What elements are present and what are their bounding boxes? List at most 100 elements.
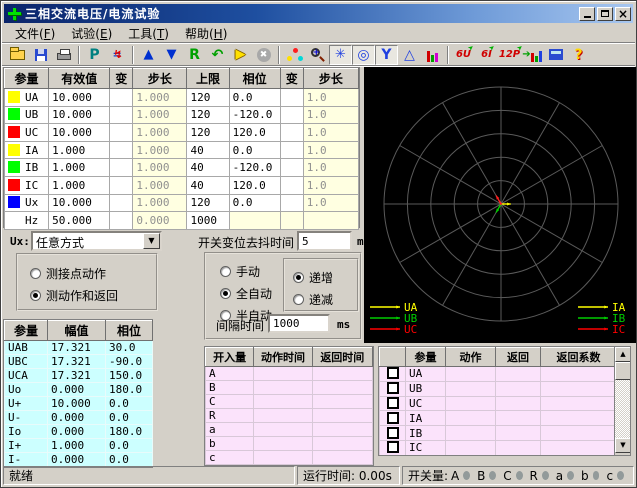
start-button[interactable]: ▶ (229, 45, 252, 65)
param-var1-cell[interactable] (110, 194, 133, 212)
param-step1-cell[interactable]: 1.000 (133, 194, 187, 212)
param-phase-cell[interactable]: -120.0 (229, 159, 280, 177)
param-step2-cell[interactable]: 1.0 (303, 106, 358, 124)
param-step2-cell[interactable]: 1.0 (303, 176, 358, 194)
param-step2-cell[interactable]: 1.0 (303, 141, 358, 159)
param-phase-cell[interactable]: 120.0 (229, 176, 280, 194)
param-rms-cell[interactable]: 10.000 (49, 106, 110, 124)
harmonic-bars-button[interactable] (421, 45, 444, 65)
test-mode-option[interactable]: 测接点动作 (30, 265, 156, 282)
auto-mode-option[interactable]: 全自动 (220, 285, 272, 302)
checkbox[interactable] (387, 367, 399, 379)
param-step2-cell[interactable]: 1.0 (303, 124, 358, 142)
direction-radio[interactable] (293, 272, 304, 283)
scroll-thumb[interactable] (615, 362, 631, 380)
param-var2-cell[interactable] (280, 124, 303, 142)
param-phase-cell[interactable]: 120.0 (229, 124, 280, 142)
param-step2-cell[interactable]: 1.0 (303, 159, 358, 177)
impedance-circles-button[interactable]: ◎ (352, 45, 375, 65)
param-limit-cell[interactable]: 120 (187, 89, 229, 107)
param-var2-cell[interactable] (280, 212, 303, 230)
checkbox[interactable] (387, 397, 399, 409)
fault-sim-button[interactable] (106, 45, 129, 65)
param-phase-cell[interactable] (229, 212, 280, 230)
checkbox[interactable] (387, 427, 399, 439)
param-step1-cell[interactable]: 1.000 (133, 176, 187, 194)
direction-option[interactable]: 递减 (293, 291, 357, 308)
param-rms-cell[interactable]: 10.000 (49, 194, 110, 212)
param-limit-cell[interactable]: 120 (187, 124, 229, 142)
vector-nodes-button[interactable] (283, 45, 306, 65)
zoom-in-button[interactable]: + (306, 45, 329, 65)
param-rms-cell[interactable]: 1.000 (49, 176, 110, 194)
param-rms-cell[interactable]: 1.000 (49, 141, 110, 159)
checkbox[interactable] (387, 382, 399, 394)
param-var1-cell[interactable] (110, 159, 133, 177)
step-down-button[interactable]: ▼ (160, 45, 183, 65)
param-var1-cell[interactable] (110, 141, 133, 159)
param-step1-cell[interactable]: 1.000 (133, 124, 187, 142)
param-step2-cell[interactable] (303, 212, 358, 230)
direction-radio[interactable] (293, 294, 304, 305)
minimize-button[interactable] (579, 7, 595, 21)
open-file-button[interactable] (6, 45, 29, 65)
menu-item-T[interactable]: 工具(T) (121, 23, 176, 44)
param-limit-cell[interactable]: 40 (187, 141, 229, 159)
chevron-down-icon[interactable]: ▼ (143, 233, 160, 249)
close-button[interactable]: × (615, 7, 631, 21)
undo-button[interactable]: ↶ (206, 45, 229, 65)
param-limit-cell[interactable]: 40 (187, 159, 229, 177)
param-var2-cell[interactable] (280, 141, 303, 159)
param-var2-cell[interactable] (280, 194, 303, 212)
six-u-button[interactable]: 6U (452, 45, 475, 65)
ux-mode-select[interactable]: 任意方式 ▼ (31, 231, 162, 251)
six-i-button[interactable]: 6I (475, 45, 498, 65)
param-limit-cell[interactable]: 120 (187, 194, 229, 212)
param-var2-cell[interactable] (280, 176, 303, 194)
menu-item-F[interactable]: 文件(F) (8, 23, 62, 44)
param-step2-cell[interactable]: 1.0 (303, 194, 358, 212)
checkbox[interactable] (387, 441, 399, 453)
p-settings-button[interactable]: P (83, 45, 106, 65)
param-rms-cell[interactable]: 50.000 (49, 212, 110, 230)
harmonic-star-button[interactable]: ✳ (329, 45, 352, 65)
menu-item-H[interactable]: 帮助(H) (178, 23, 234, 44)
param-rms-cell[interactable]: 1.000 (49, 159, 110, 177)
param-var2-cell[interactable] (280, 106, 303, 124)
param-phase-cell[interactable]: -120.0 (229, 106, 280, 124)
save-button[interactable] (29, 45, 52, 65)
param-limit-cell[interactable]: 1000 (187, 212, 229, 230)
auto-mode-radio[interactable] (220, 288, 231, 299)
checkbox[interactable] (387, 412, 399, 424)
param-var1-cell[interactable] (110, 212, 133, 230)
output-hold-button[interactable]: ➔ (521, 45, 544, 65)
param-var1-cell[interactable] (110, 89, 133, 107)
scroll-up-button[interactable]: ▲ (615, 347, 631, 362)
help-button[interactable]: ? (567, 45, 590, 65)
param-step1-cell[interactable]: 1.000 (133, 159, 187, 177)
scroll-track[interactable] (615, 380, 630, 438)
param-phase-cell[interactable]: 0.0 (229, 141, 280, 159)
param-var2-cell[interactable] (280, 159, 303, 177)
interval-input[interactable] (268, 314, 330, 333)
auto-mode-option[interactable]: 手动 (220, 263, 272, 280)
step-up-button[interactable]: ▲ (137, 45, 160, 65)
stop-button[interactable]: ✖ (252, 45, 275, 65)
param-var1-cell[interactable] (110, 106, 133, 124)
param-limit-cell[interactable]: 40 (187, 176, 229, 194)
param-var1-cell[interactable] (110, 124, 133, 142)
reset-button[interactable]: R (183, 45, 206, 65)
calculator-button[interactable] (544, 45, 567, 65)
debounce-input[interactable] (297, 231, 352, 251)
wiring-delta-button[interactable]: △ (398, 45, 421, 65)
wiring-y-button[interactable]: Y (375, 45, 398, 65)
param-step1-cell[interactable]: 1.000 (133, 89, 187, 107)
twelve-p-button[interactable]: 12P (498, 45, 521, 65)
param-step1-cell[interactable]: 1.000 (133, 141, 187, 159)
param-step1-cell[interactable]: 1.000 (133, 106, 187, 124)
scroll-down-button[interactable]: ▼ (615, 438, 631, 453)
test-mode-option[interactable]: 测动作和返回 (30, 287, 156, 304)
param-phase-cell[interactable]: 0.0 (229, 194, 280, 212)
direction-option[interactable]: 递增 (293, 269, 357, 286)
menu-item-E[interactable]: 试验(E) (64, 23, 119, 44)
